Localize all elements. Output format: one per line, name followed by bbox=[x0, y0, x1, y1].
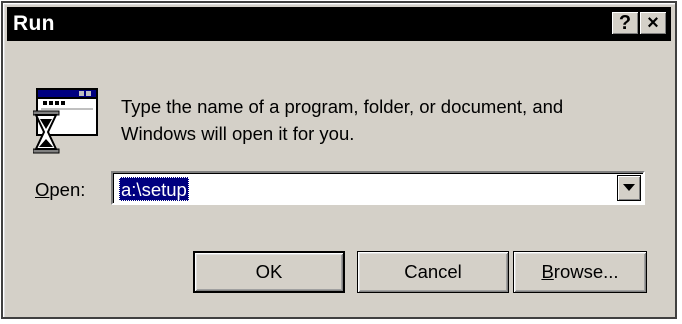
ok-button-label: OK bbox=[255, 261, 283, 282]
description-line-1: Type the name of a program, folder, or d… bbox=[121, 96, 564, 117]
cancel-button-label: Cancel bbox=[404, 261, 462, 282]
close-button[interactable]: × bbox=[639, 11, 667, 35]
open-label-text: pen: bbox=[49, 179, 86, 200]
window-title: Run bbox=[13, 12, 55, 35]
open-input[interactable]: a:\setup bbox=[119, 177, 189, 201]
open-label-accelerator: O bbox=[35, 179, 50, 200]
title-bar[interactable]: Run ? × bbox=[7, 7, 671, 41]
description-line-2: Windows will open it for you. bbox=[121, 123, 355, 144]
run-dialog: Run ? × Type the name of a program, fold… bbox=[1, 1, 677, 319]
browse-button-label: Browse... bbox=[541, 261, 618, 283]
run-program-icon bbox=[33, 88, 98, 154]
browse-label-text: rowse... bbox=[553, 261, 619, 282]
cancel-button[interactable]: Cancel bbox=[357, 251, 509, 293]
chevron-down-icon bbox=[623, 184, 635, 191]
open-combobox[interactable]: a:\setup bbox=[111, 171, 645, 205]
open-label: Open: bbox=[35, 179, 85, 201]
browse-button[interactable]: Browse... bbox=[513, 251, 647, 293]
help-icon: ? bbox=[618, 11, 632, 34]
browse-accelerator: B bbox=[541, 261, 554, 282]
open-dropdown-button[interactable] bbox=[617, 175, 641, 201]
help-button[interactable]: ? bbox=[611, 11, 639, 35]
close-icon: × bbox=[647, 11, 659, 34]
ok-button[interactable]: OK bbox=[193, 251, 345, 293]
dialog-description: Type the name of a program, folder, or d… bbox=[121, 93, 641, 147]
